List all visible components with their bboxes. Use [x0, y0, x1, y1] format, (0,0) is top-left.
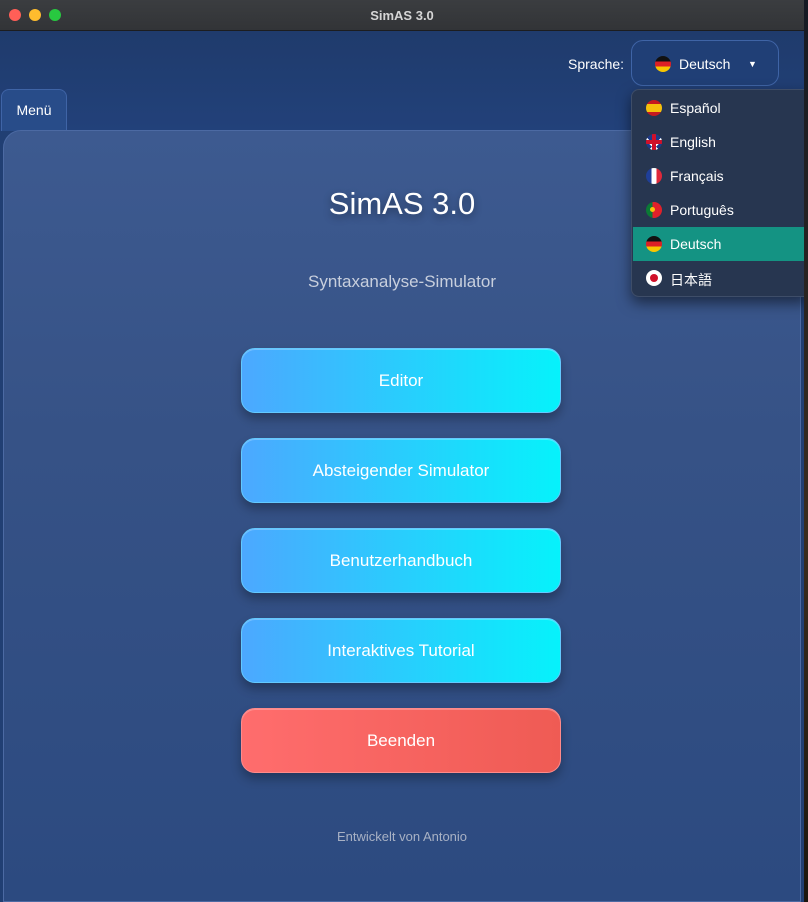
language-option-fr[interactable]: Français	[633, 159, 807, 193]
language-label: Sprache:	[568, 56, 625, 72]
language-option-pt[interactable]: Português	[633, 193, 807, 227]
language-option-label: Deutsch	[670, 236, 722, 252]
language-option-label: Français	[670, 168, 724, 184]
portugal-flag-icon	[646, 202, 662, 218]
language-dropdown: Español English Français Português Deuts…	[631, 89, 808, 297]
desktop-background	[804, 0, 808, 902]
language-option-label: Español	[670, 100, 721, 116]
language-option-label: English	[670, 134, 716, 150]
language-option-es[interactable]: Español	[633, 91, 807, 125]
language-option-en[interactable]: English	[633, 125, 807, 159]
spain-flag-icon	[646, 100, 662, 116]
descending-simulator-button[interactable]: Absteigender Simulator	[241, 438, 561, 503]
language-select[interactable]: Deutsch ▼	[631, 40, 779, 86]
exit-button[interactable]: Beenden	[241, 708, 561, 773]
language-option-ja[interactable]: 日本語	[633, 261, 807, 295]
germany-flag-icon	[646, 236, 662, 252]
title-bar: SimAS 3.0	[0, 0, 804, 31]
language-option-de[interactable]: Deutsch	[633, 227, 807, 261]
language-selected-value: Deutsch	[679, 56, 731, 72]
uk-flag-icon	[646, 134, 662, 150]
interactive-tutorial-button[interactable]: Interaktives Tutorial	[241, 618, 561, 683]
germany-flag-icon	[655, 56, 671, 72]
france-flag-icon	[646, 168, 662, 184]
japan-flag-icon	[646, 270, 662, 286]
window-title: SimAS 3.0	[370, 8, 434, 23]
tab-menu[interactable]: Menü	[1, 89, 67, 131]
chevron-down-icon: ▼	[748, 59, 757, 69]
editor-button[interactable]: Editor	[241, 348, 561, 413]
user-manual-button[interactable]: Benutzerhandbuch	[241, 528, 561, 593]
footer-credit: Entwickelt von Antonio	[336, 829, 468, 844]
language-option-label: 日本語	[670, 272, 712, 288]
language-option-label: Português	[670, 202, 734, 218]
